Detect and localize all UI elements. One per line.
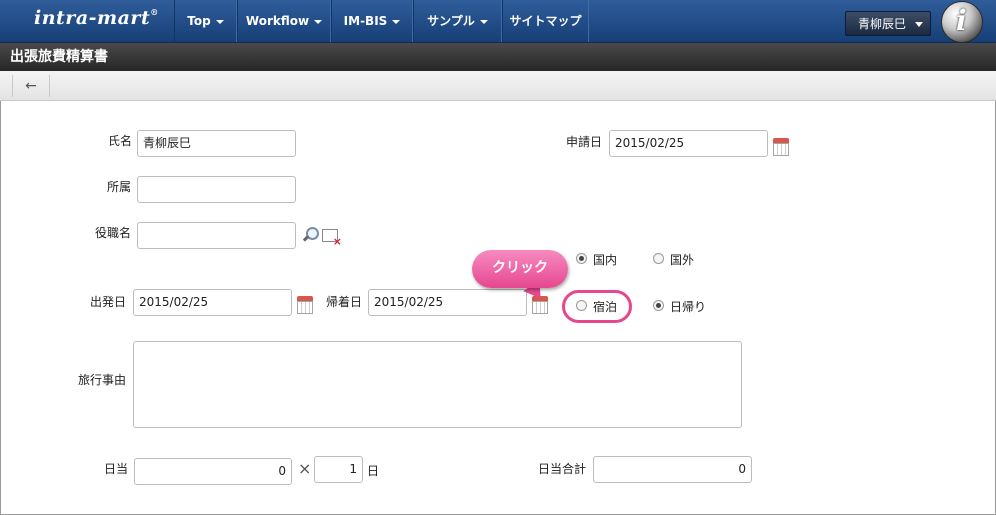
return-date-label: 帰着日 [326,295,363,309]
calendar-icon[interactable] [773,138,789,156]
overseas-label: 国外 [670,253,695,267]
info-icon[interactable]: i [941,1,983,43]
nav-sample[interactable]: サンプル [413,0,502,42]
toolbar: ← [0,71,996,101]
depart-date-label: 出発日 [90,295,127,309]
back-button[interactable]: ← [12,75,50,97]
depart-date-field[interactable]: 2015/02/25 [133,289,292,316]
user-menu-button[interactable]: 青柳辰巳 [845,11,931,36]
allowance-total-field[interactable]: 0 [593,456,752,483]
reason-textarea[interactable] [133,341,742,428]
apply-date-label: 申請日 [566,135,603,149]
post-field[interactable] [137,222,296,249]
return-date-field[interactable]: 2015/02/25 [368,289,527,316]
arrow-left-icon: ← [25,78,37,94]
name-field[interactable]: 青柳辰巳 [137,130,296,157]
daytrip-radio[interactable] [653,300,664,311]
search-icon[interactable] [302,227,319,243]
daytrip-label: 日帰り [670,300,707,314]
clear-icon[interactable]: × [322,229,342,247]
logo-text: intra-mart® [34,7,159,29]
name-label: 氏名 [108,134,133,148]
allowance-label: 日当 [104,462,129,476]
nav-top[interactable]: Top [174,0,237,42]
post-label: 役職名 [95,226,132,240]
chevron-down-icon [915,22,923,27]
multiply-sign: × [298,459,312,478]
chevron-down-icon [215,19,224,24]
page-title: 出張旅費精算書 [0,43,996,71]
reason-label: 旅行事由 [78,373,127,387]
chevron-down-icon [479,19,488,24]
click-highlight-ring [562,290,632,323]
chevron-down-icon [392,19,401,24]
nav-sitemap[interactable]: サイトマップ [502,0,589,42]
allowance-field[interactable]: 0 [134,458,292,485]
click-callout: クリック [472,250,568,288]
days-unit: 日 [367,464,380,478]
nav-im-bis[interactable]: IM-BIS [331,0,413,42]
nav-workflow[interactable]: Workflow [237,0,331,42]
days-field[interactable]: 1 [314,456,363,483]
top-navigation-bar: intra-mart® Top Workflow IM-BIS サンプル サイト… [0,0,996,43]
apply-date-field[interactable]: 2015/02/25 [609,130,768,157]
calendar-icon[interactable] [297,296,313,314]
domestic-radio[interactable] [576,253,587,264]
overseas-radio[interactable] [653,253,664,264]
dept-field[interactable] [137,176,296,203]
allowance-total-label: 日当合計 [538,462,587,476]
chevron-down-icon [314,19,323,24]
dept-label: 所属 [107,180,132,194]
domestic-label: 国内 [593,253,618,267]
